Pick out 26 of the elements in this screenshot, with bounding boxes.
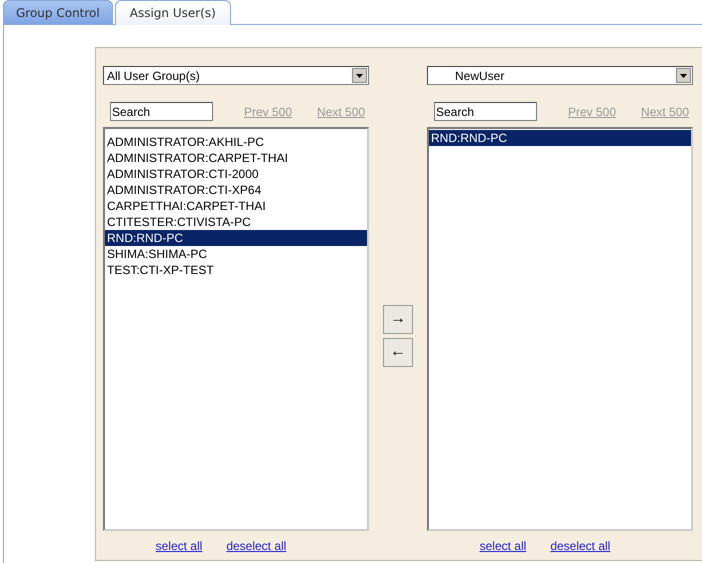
list-item[interactable]: CARPETTHAI:CARPET-THAI (105, 198, 367, 214)
user-list[interactable]: ADMINISTRATOR:AKHIL-PC ADMINISTRATOR:CARPET-THAI ADMINISTRATOR:CTI-2000 ADMINISTRATOR:CTI-XP64 CARPETTHAI:CARPET-THAI CTITESTER:CTIVISTA-PC RND:RND-PC SHIMA:SHIMA-PC TEST:CTI-XP-TEST (103, 127, 369, 531)
tab[interactable]: Group Control (3, 0, 113, 24)
move-button[interactable]: ← (383, 338, 413, 366)
dropdown-value: NewUser (454, 68, 504, 82)
user-list[interactable]: RND:RND-PC (427, 127, 693, 531)
group-dropdown[interactable]: NewUser (427, 66, 693, 85)
deselect-all-link[interactable]: deselect all (226, 539, 286, 553)
list-item[interactable]: RND:RND-PC (105, 230, 367, 246)
list-item[interactable]: CTITESTER:CTIVISTA-PC (105, 214, 367, 230)
group-dropdown[interactable]: All User Group(s) (103, 66, 369, 85)
select-all-link[interactable]: select all (480, 539, 526, 553)
select-all-link[interactable]: select all (156, 539, 202, 553)
list-item[interactable]: RND:RND-PC (429, 130, 691, 146)
list-item[interactable]: ADMINISTRATOR:CTI-2000 (105, 166, 367, 182)
dropdown-value: All User Group(s) (106, 68, 200, 82)
list-item[interactable]: TEST:CTI-XP-TEST (105, 262, 367, 278)
list-item[interactable]: ADMINISTRATOR:AKHIL-PC (105, 134, 367, 150)
tab[interactable]: Assign User(s) (114, 0, 231, 25)
search-field[interactable]: Search (110, 102, 213, 121)
list-item[interactable]: ADMINISTRATOR:CTI-XP64 (105, 182, 367, 198)
move-button[interactable]: → (383, 304, 413, 334)
search-field[interactable]: Search (434, 102, 537, 121)
list-item[interactable]: ADMINISTRATOR:CARPET-THAI (105, 150, 367, 166)
deselect-all-link[interactable]: deselect all (550, 539, 610, 553)
list-item[interactable]: SHIMA:SHIMA-PC (105, 246, 367, 262)
